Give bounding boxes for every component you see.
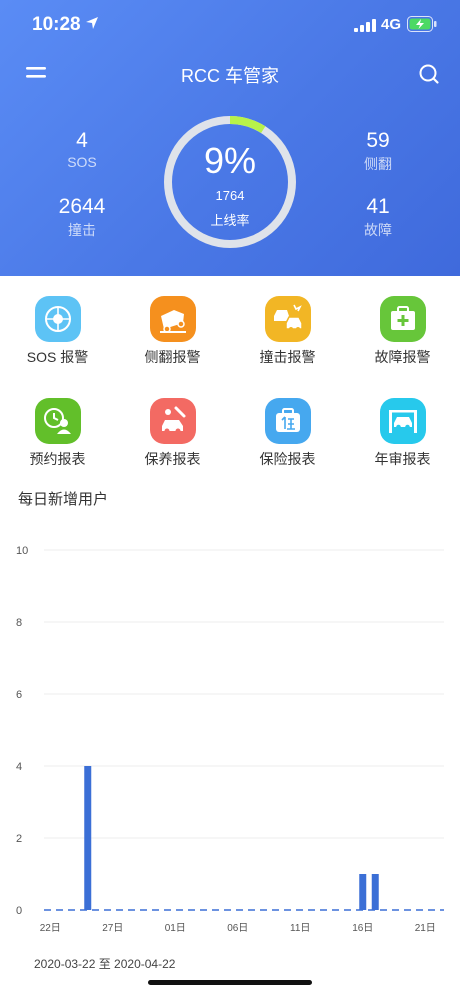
battery-charging-icon	[407, 16, 437, 32]
stat-rollover-label: 侧翻	[364, 156, 392, 172]
dashboard-header: 10:28 4G RCC 车管家 4 SOS 2644 撞击 59 侧翻 41 …	[0, 0, 460, 276]
cell-signal-icon	[354, 19, 376, 32]
daily-new-users-chart: 0 2 4 6 8 10 22日 27日 01日 06日 11日 16日 21日	[16, 545, 444, 934]
stat-collision[interactable]: 2644 撞击	[32, 194, 132, 240]
toolbox-icon	[380, 296, 426, 342]
car-lift-icon	[380, 398, 426, 444]
action-label: 保养报表	[144, 451, 201, 467]
stat-fault-value: 41	[366, 195, 390, 218]
daily-new-users-title: 每日新增用户	[18, 491, 109, 508]
stat-rollover-value: 59	[366, 129, 390, 152]
action-annual-inspection-report[interactable]: 年审报表	[345, 398, 460, 478]
stat-sos-label: SOS	[67, 154, 97, 170]
x-tick-label: 06日	[227, 923, 248, 934]
action-label: 侧翻报警	[144, 349, 201, 365]
search-icon[interactable]	[418, 63, 440, 85]
network-type: 4G	[381, 16, 402, 33]
action-fault-alarm[interactable]: 故障报警	[345, 296, 460, 376]
x-tick-label: 01日	[165, 923, 186, 934]
x-tick-label: 21日	[415, 923, 436, 934]
x-tick-label: 22日	[40, 923, 61, 934]
status-bar: 10:28 4G	[0, 0, 460, 48]
y-tick-label: 6	[16, 689, 22, 701]
x-tick-label: 16日	[352, 923, 373, 934]
stat-sos-value: 4	[76, 129, 88, 152]
action-label: 保险报表	[259, 451, 316, 467]
y-tick-label: 0	[16, 905, 22, 917]
action-label: 预约报表	[29, 451, 86, 467]
online-rate-label: 上线率	[210, 213, 250, 228]
action-label: 撞击报警	[259, 349, 316, 365]
app-screen: 10:28 4G RCC 车管家 4 SOS 2644 撞击 59 侧翻 41 …	[0, 0, 460, 996]
status-time: 10:28	[32, 14, 81, 35]
y-tick-label: 10	[16, 545, 28, 557]
action-rollover-alarm[interactable]: 侧翻报警	[115, 296, 230, 376]
bar-04-17	[371, 874, 379, 910]
y-tick-label: 8	[16, 617, 22, 629]
date-range-label: 2020-03-22 至 2020-04-22	[34, 957, 176, 971]
stat-fault-label: 故障	[364, 222, 392, 238]
car-repair-icon	[150, 398, 196, 444]
location-arrow-icon	[86, 17, 98, 29]
x-tick-label: 27日	[102, 923, 123, 934]
stat-fault[interactable]: 41 故障	[328, 194, 428, 240]
stat-sos[interactable]: 4 SOS	[32, 128, 132, 170]
action-sos-alarm[interactable]: SOS 报警	[0, 296, 115, 376]
y-tick-label: 4	[16, 761, 22, 773]
action-insurance-report[interactable]: 保险报表	[230, 398, 345, 478]
action-collision-alarm[interactable]: 撞击报警	[230, 296, 345, 376]
action-label: 故障报警	[374, 349, 431, 365]
stat-collision-label: 撞击	[68, 222, 96, 238]
action-label: 年审报表	[374, 451, 431, 467]
home-indicator	[148, 980, 312, 985]
bar-03-25	[84, 766, 92, 910]
stat-rollover[interactable]: 59 侧翻	[328, 128, 428, 174]
stat-collision-value: 2644	[58, 195, 106, 218]
sos-icon	[35, 296, 81, 342]
online-count: 1764	[215, 188, 245, 203]
online-rate-percent: 9%	[203, 140, 257, 181]
x-tick-label: 11日	[290, 923, 310, 934]
rollover-car-icon	[150, 296, 196, 342]
collision-cars-icon	[265, 296, 311, 342]
bar-04-16	[359, 874, 367, 910]
insurance-bag-icon	[265, 398, 311, 444]
action-label: SOS 报警	[26, 349, 89, 365]
action-maintenance-report[interactable]: 保养报表	[115, 398, 230, 478]
gauge-readout: 9% 1764 上线率	[162, 114, 298, 250]
action-appointment-report[interactable]: 预约报表	[0, 398, 115, 478]
y-tick-label: 2	[16, 833, 22, 845]
clock-user-icon	[35, 398, 81, 444]
app-title: RCC 车管家	[181, 66, 279, 86]
